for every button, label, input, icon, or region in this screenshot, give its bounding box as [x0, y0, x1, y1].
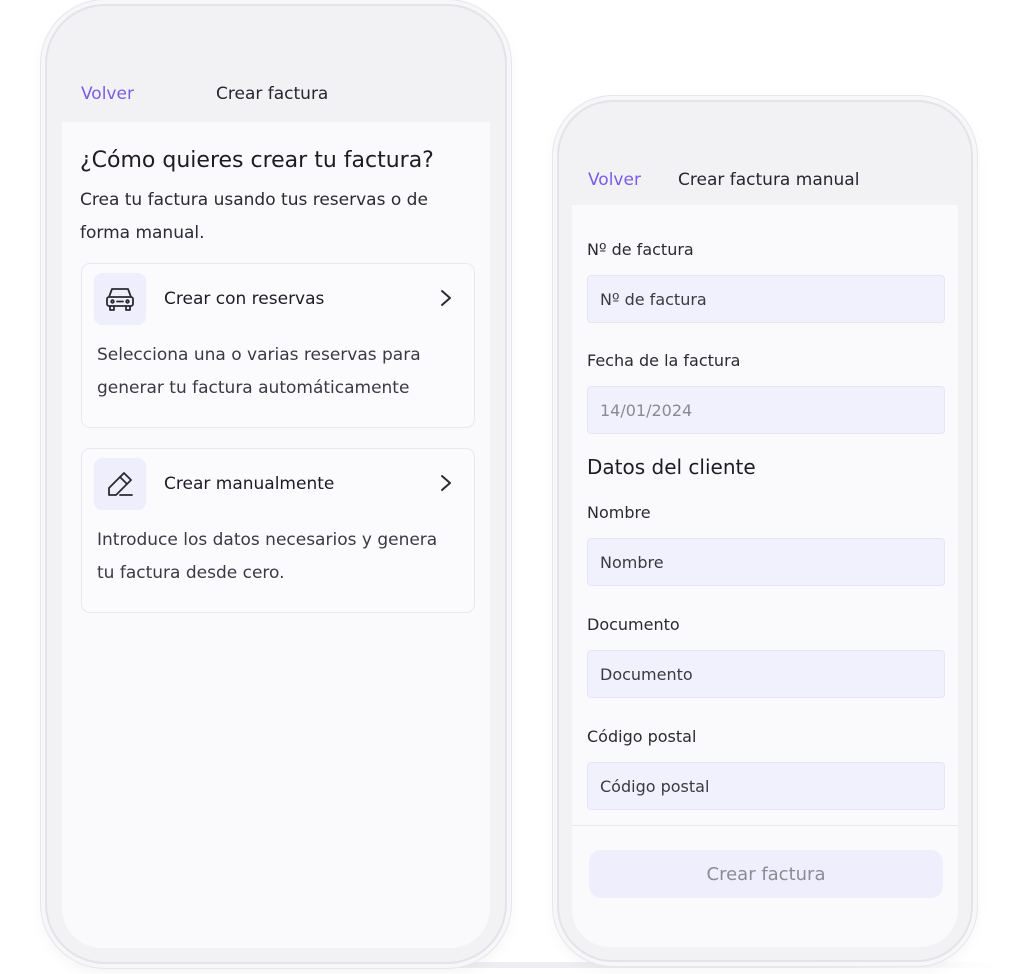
client-document-input[interactable]: [587, 650, 945, 698]
option-card-bookings[interactable]: Crear con reservas Selecciona una o vari…: [81, 263, 475, 428]
phone-frame-create-invoice: Volver Crear factura ¿Cómo quieres crear…: [45, 4, 507, 964]
invoice-date-input[interactable]: [587, 386, 945, 434]
option-description: Selecciona una o varias reservas para ge…: [97, 345, 421, 398]
client-section-title: Datos del cliente: [587, 455, 756, 479]
client-name-input[interactable]: [587, 538, 945, 586]
invoice-date-label: Fecha de la factura: [587, 351, 741, 370]
navbar: Volver Crear factura manual: [559, 170, 971, 200]
client-name-label: Nombre: [587, 503, 651, 522]
page-title: Crear factura manual: [678, 170, 860, 190]
option-title: Crear manualmente: [164, 474, 335, 494]
phone-frame-manual-invoice: Volver Crear factura manual Nº de factur…: [557, 100, 973, 962]
screen-manual-invoice: Nº de factura Fecha de la factura Datos …: [572, 205, 958, 947]
option-description: Introduce los datos necesarios y genera …: [97, 530, 438, 583]
option-title: Crear con reservas: [164, 289, 325, 309]
question-subheading: Crea tu factura usando tus reservas o de…: [80, 190, 428, 243]
client-document-label: Documento: [587, 615, 680, 634]
invoice-number-input[interactable]: [587, 275, 945, 323]
car-icon: [94, 273, 146, 325]
invoice-number-label: Nº de factura: [587, 240, 694, 259]
chevron-right-icon: [441, 475, 451, 491]
chevron-right-icon: [441, 290, 451, 306]
postal-code-label: Código postal: [587, 727, 697, 746]
create-invoice-button[interactable]: Crear factura: [589, 850, 943, 898]
footer-divider: [572, 825, 958, 826]
back-button[interactable]: Volver: [81, 84, 134, 104]
question-heading: ¿Cómo quieres crear tu factura?: [80, 148, 434, 173]
screen-create-invoice: ¿Cómo quieres crear tu factura? Crea tu …: [62, 122, 490, 948]
postal-code-input[interactable]: [587, 762, 945, 810]
navbar: Volver Crear factura: [47, 84, 505, 114]
page-title: Crear factura: [216, 84, 329, 104]
option-card-manual[interactable]: Crear manualmente Introduce los datos ne…: [81, 448, 475, 613]
pencil-icon: [94, 458, 146, 510]
back-button[interactable]: Volver: [588, 170, 641, 190]
